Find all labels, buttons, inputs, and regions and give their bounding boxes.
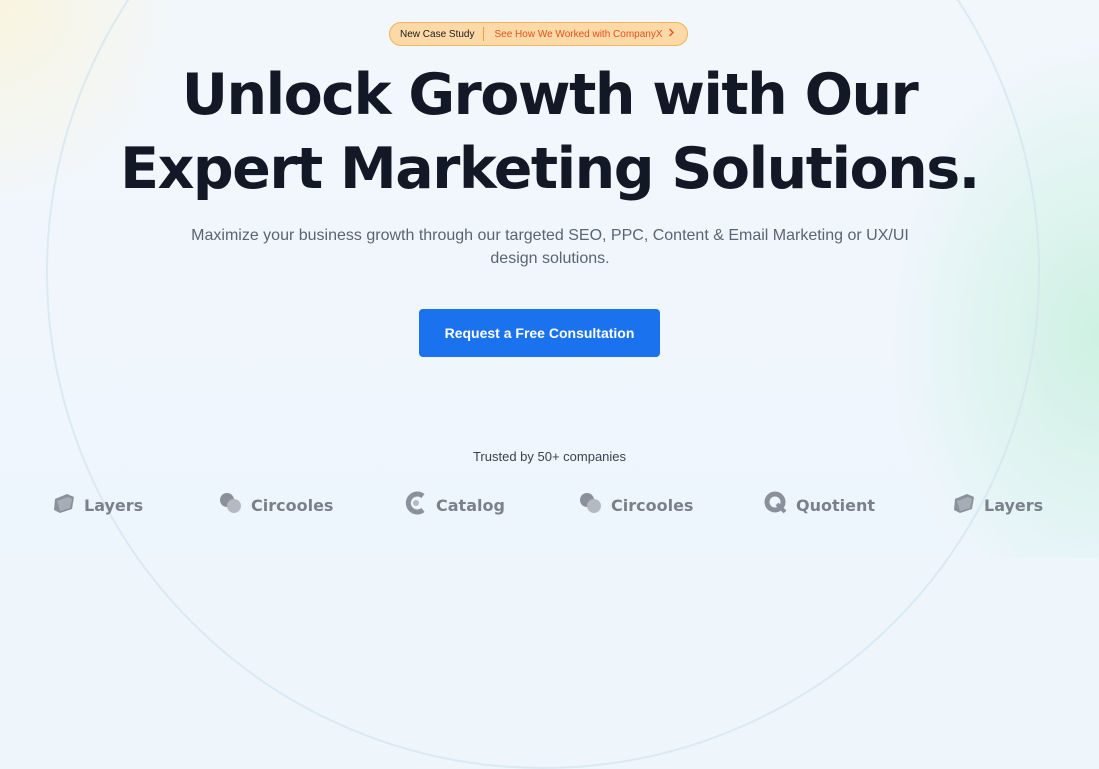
logo-layers-name: Layers: [84, 495, 144, 515]
logo-catalog-name: Catalog: [436, 495, 505, 515]
request-consultation-button[interactable]: Request a Free Consultation: [419, 309, 660, 357]
headline-line-1: Unlock Growth with Our: [181, 62, 919, 128]
chevron-right-icon: [668, 28, 675, 40]
logo-quotient-name: Quotient: [796, 495, 876, 515]
hero-headline: Unlock Growth with Our Expert Marketing …: [0, 58, 1099, 206]
logo-circooles-2: Circooles: [578, 490, 693, 520]
quotient-icon: [763, 490, 796, 520]
badge-label: New Case Study: [400, 28, 475, 40]
logo-circooles-2-name: Circooles: [611, 495, 694, 515]
case-study-link-text: See How We Worked with CompanyX: [494, 28, 663, 40]
subheadline-line-2: design solutions.: [490, 250, 610, 267]
headline-line-2: Expert Marketing Solutions.: [120, 136, 980, 202]
logo-layers-2: Layers: [951, 490, 1043, 520]
case-study-badge[interactable]: New Case Study See How We Worked with Co…: [389, 22, 688, 46]
trusted-by-text: Trusted by 50+ companies: [472, 449, 627, 464]
logo-circooles: Circooles: [218, 490, 333, 520]
logo-circooles-name: Circooles: [251, 495, 334, 515]
logo-layers-2-name: Layers: [984, 495, 1044, 515]
circooles-icon: [578, 490, 611, 520]
circooles-icon: [218, 490, 251, 520]
logo-catalog: Catalog: [403, 490, 505, 520]
company-logos: Layers Circooles Catalog Circooles Quoti…: [0, 490, 1099, 520]
layers-icon: [51, 490, 84, 520]
catalog-icon: [403, 490, 436, 520]
layers-icon: [951, 490, 984, 520]
hero-subheadline: Maximize your business growth through ou…: [150, 224, 950, 270]
logo-layers: Layers: [51, 490, 143, 520]
logo-quotient: Quotient: [763, 490, 875, 520]
subheadline-line-1: Maximize your business growth through ou…: [191, 227, 909, 244]
hero-section: New Case Study See How We Worked with Co…: [0, 0, 1099, 558]
case-study-link[interactable]: See How We Worked with CompanyX: [484, 28, 674, 40]
